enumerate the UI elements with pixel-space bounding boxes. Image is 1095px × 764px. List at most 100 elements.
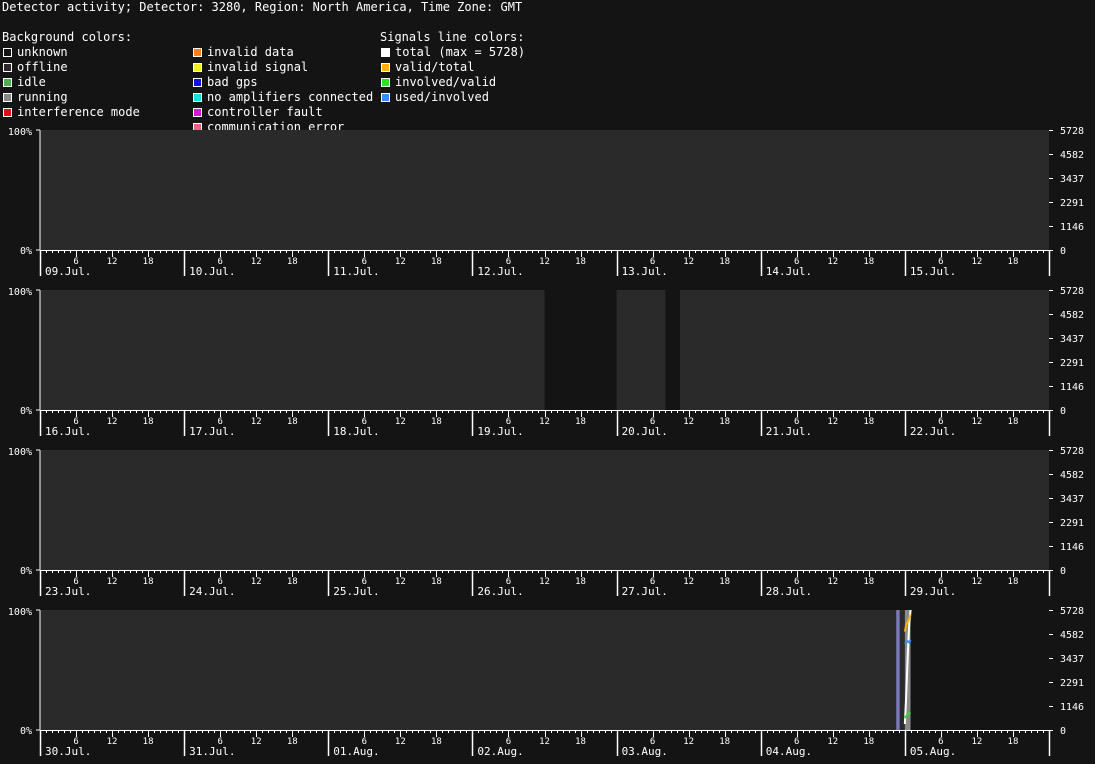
- hour-label: 18: [143, 737, 154, 747]
- segment-offline: [616, 290, 666, 410]
- segment-unknown: [910, 610, 1049, 730]
- segment-offline: [40, 130, 1049, 250]
- day-label: 16.Jul.: [45, 425, 91, 438]
- day-label: 21.Jul.: [766, 425, 812, 438]
- hour-label: 12: [683, 577, 694, 587]
- hour-label: 18: [431, 417, 442, 427]
- y-label-right: 1146: [1060, 542, 1084, 553]
- y-label-left-top: 100%: [8, 447, 32, 458]
- day-label: 17.Jul.: [189, 425, 235, 438]
- day-label: 25.Jul.: [333, 585, 379, 598]
- day-label: 23.Jul.: [45, 585, 91, 598]
- day-label: 10.Jul.: [189, 265, 235, 278]
- hour-label: 18: [1008, 417, 1019, 427]
- hour-label: 12: [683, 417, 694, 427]
- day-label: 09.Jul.: [45, 265, 91, 278]
- y-label-right: 4582: [1060, 150, 1084, 161]
- hour-label: 18: [719, 577, 730, 587]
- day-label: 02.Aug.: [477, 745, 523, 758]
- y-label-left-top: 100%: [8, 127, 32, 138]
- hour-label: 12: [683, 257, 694, 267]
- hour-label: 18: [719, 737, 730, 747]
- y-label-right: 2291: [1060, 358, 1084, 369]
- y-label-right: 5728: [1060, 126, 1084, 137]
- y-label-right: 2291: [1060, 198, 1084, 209]
- hour-label: 12: [107, 577, 118, 587]
- segment-offline: [899, 610, 905, 730]
- day-label: 14.Jul.: [766, 265, 812, 278]
- segment-offline: [679, 290, 1049, 410]
- hour-label: 12: [539, 257, 550, 267]
- hour-label: 18: [863, 577, 874, 587]
- hour-label: 18: [719, 257, 730, 267]
- day-label: 22.Jul.: [910, 425, 956, 438]
- hour-label: 12: [107, 257, 118, 267]
- y-label-right: 4582: [1060, 310, 1084, 321]
- segment-unknown: [665, 290, 680, 410]
- hour-label: 12: [972, 417, 983, 427]
- hour-label: 18: [431, 737, 442, 747]
- y-label-right: 3437: [1060, 174, 1084, 185]
- hour-label: 12: [827, 417, 838, 427]
- hour-label: 18: [143, 577, 154, 587]
- hour-label: 12: [251, 577, 262, 587]
- y-label-right: 1146: [1060, 702, 1084, 713]
- hour-label: 18: [287, 577, 298, 587]
- y-label-right: 5728: [1060, 446, 1084, 457]
- segment-unknown: [544, 290, 617, 410]
- hour-label: 12: [251, 417, 262, 427]
- day-label: 27.Jul.: [622, 585, 668, 598]
- segment-offline: [40, 610, 897, 730]
- hour-label: 12: [107, 737, 118, 747]
- stripe-gap: [668, 290, 670, 410]
- day-label: 19.Jul.: [477, 425, 523, 438]
- hour-label: 18: [1008, 257, 1019, 267]
- y-label-right: 1146: [1060, 382, 1084, 393]
- hour-label: 18: [575, 417, 586, 427]
- hour-label: 18: [287, 257, 298, 267]
- hour-label: 18: [575, 737, 586, 747]
- day-label: 13.Jul.: [622, 265, 668, 278]
- hour-label: 18: [1008, 737, 1019, 747]
- y-label-right: 4582: [1060, 630, 1084, 641]
- hour-label: 12: [395, 257, 406, 267]
- day-label: 15.Jul.: [910, 265, 956, 278]
- day-label: 01.Aug.: [333, 745, 379, 758]
- hour-label: 18: [143, 257, 154, 267]
- y-label-left-bottom: 0%: [20, 406, 32, 417]
- y-label-right: 3437: [1060, 494, 1084, 505]
- y-label-left-bottom: 0%: [20, 726, 32, 737]
- hour-label: 12: [251, 257, 262, 267]
- hour-label: 12: [539, 577, 550, 587]
- y-label-left-bottom: 0%: [20, 566, 32, 577]
- segment-offline: [40, 450, 1049, 570]
- y-label-left-bottom: 0%: [20, 246, 32, 257]
- segment-offline: [40, 290, 545, 410]
- day-label: 12.Jul.: [477, 265, 523, 278]
- y-label-right: 3437: [1060, 334, 1084, 345]
- hour-label: 12: [972, 737, 983, 747]
- hour-label: 18: [431, 577, 442, 587]
- y-label-left-top: 100%: [8, 607, 32, 618]
- day-label: 26.Jul.: [477, 585, 523, 598]
- y-label-right: 2291: [1060, 518, 1084, 529]
- hour-label: 18: [719, 417, 730, 427]
- day-label: 31.Jul.: [189, 745, 235, 758]
- day-label: 04.Aug.: [766, 745, 812, 758]
- hour-label: 12: [827, 737, 838, 747]
- hour-label: 12: [395, 737, 406, 747]
- stripe-gap: [550, 290, 552, 410]
- day-label: 20.Jul.: [622, 425, 668, 438]
- hour-label: 12: [972, 257, 983, 267]
- hour-label: 18: [863, 417, 874, 427]
- y-label-right: 4582: [1060, 470, 1084, 481]
- hour-label: 18: [863, 737, 874, 747]
- hour-label: 18: [1008, 577, 1019, 587]
- hour-label: 18: [575, 577, 586, 587]
- hour-label: 12: [539, 417, 550, 427]
- stripe-gap: [544, 290, 546, 410]
- y-label-right: 0: [1060, 566, 1066, 577]
- day-label: 18.Jul.: [333, 425, 379, 438]
- hour-label: 12: [395, 577, 406, 587]
- day-label: 29.Jul.: [910, 585, 956, 598]
